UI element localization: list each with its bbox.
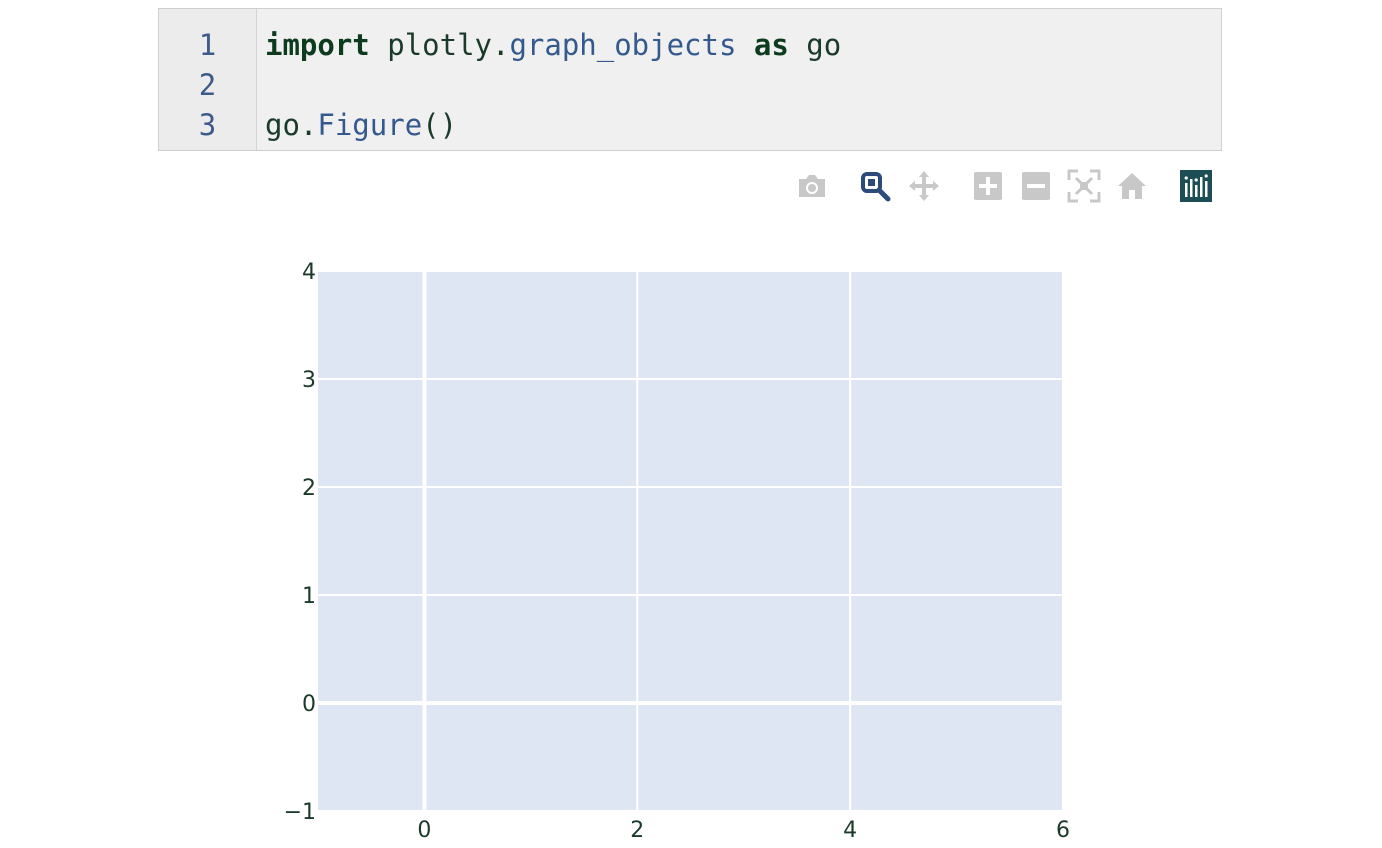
x-axis-ticks: 0 2 4 6 xyxy=(417,818,1070,843)
x-tick-label: 4 xyxy=(843,818,857,843)
y-tick-label: 2 xyxy=(302,476,316,501)
plot-background xyxy=(318,271,1063,811)
y-tick-label: 4 xyxy=(302,260,316,285)
y-tick-label: 3 xyxy=(302,368,316,393)
x-tick-label: 0 xyxy=(417,818,431,843)
y-tick-label: −1 xyxy=(284,800,316,825)
y-tick-label: 1 xyxy=(302,584,316,609)
y-axis-ticks: 4 3 2 1 0 −1 xyxy=(284,260,316,825)
x-tick-label: 6 xyxy=(1056,818,1070,843)
x-tick-label: 2 xyxy=(630,818,644,843)
plot-area[interactable]: 0 2 4 6 4 3 2 1 0 −1 xyxy=(0,0,1382,848)
y-tick-label: 0 xyxy=(302,692,316,717)
